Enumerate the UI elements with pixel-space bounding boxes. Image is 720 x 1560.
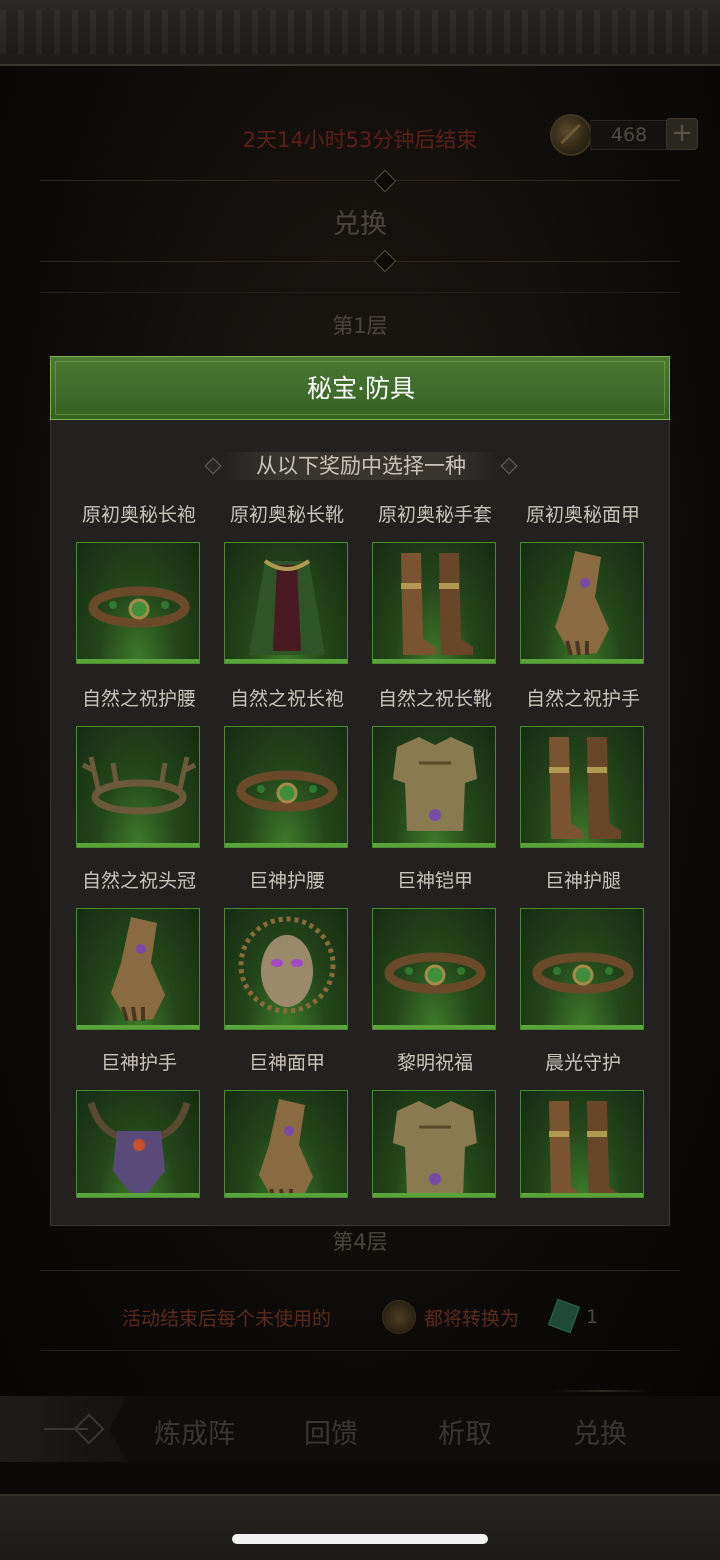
chest-armor-icon[interactable] — [372, 1090, 496, 1198]
active-tab-indicator — [552, 1390, 652, 1392]
reward-item[interactable]: 自然之祝护手 — [520, 684, 646, 860]
belt-icon[interactable] — [76, 542, 200, 664]
notice-text-before: 活动结束后每个未使用的 — [122, 1308, 332, 1330]
layer-1-label: 第1层 — [332, 314, 388, 338]
boots-icon[interactable] — [520, 726, 644, 848]
horned-helmet-icon[interactable] — [76, 1090, 200, 1198]
reward-item-name: 原初奥秘长袍 — [81, 504, 196, 526]
cloak-icon[interactable] — [224, 542, 348, 664]
green-gem-icon — [547, 1298, 581, 1334]
tab-alchemy-circle[interactable]: 炼成阵 — [154, 1412, 235, 1451]
divider — [40, 292, 680, 293]
reward-item[interactable]: 巨神铠甲 — [372, 866, 498, 1042]
add-currency-button[interactable]: + — [666, 118, 698, 150]
reward-item[interactable]: 巨神护手 — [76, 1048, 202, 1224]
belt-icon[interactable] — [520, 908, 644, 1030]
dialog-subtitle: 从以下奖励中选择一种 — [256, 454, 466, 478]
layer-4-label: 第4层 — [332, 1230, 388, 1254]
reward-item[interactable]: 晨光守护 — [520, 1048, 646, 1224]
mask-icon[interactable] — [224, 908, 348, 1030]
reward-item[interactable]: 巨神护腿 — [520, 866, 646, 1042]
currency-amount: 468 — [590, 120, 668, 150]
tab-rewards[interactable]: 回馈 — [304, 1412, 358, 1451]
bottom-tab-bar: 炼成阵 回馈 析取 兑换 — [0, 1390, 720, 1462]
home-indicator — [232, 1534, 488, 1544]
bottom-decor-band — [0, 1494, 720, 1560]
dialog-header: 秘宝·防具 — [50, 356, 670, 420]
page-title: 兑换 — [333, 209, 387, 240]
gauntlet-icon[interactable] — [224, 1090, 348, 1198]
boots-icon[interactable] — [372, 542, 496, 664]
divider — [40, 1350, 680, 1351]
conversion-notice: 活动结束后每个未使用的 都将转换为 1 — [0, 1298, 720, 1338]
notice-text-after: 都将转换为 — [424, 1308, 520, 1330]
divider — [40, 1270, 680, 1271]
reward-item-name: 原初奥秘手套 — [377, 504, 492, 526]
reward-item-name: 自然之祝头冠 — [81, 870, 196, 892]
reward-item-name: 原初奥秘面甲 — [525, 504, 640, 526]
reward-item-name: 自然之祝护腰 — [81, 688, 196, 710]
reward-item-name: 巨神铠甲 — [396, 870, 473, 892]
antler-crown-icon[interactable] — [76, 726, 200, 848]
tab-exchange[interactable]: 兑换 — [573, 1412, 627, 1451]
currency-display: 468 + — [548, 112, 698, 158]
reward-item-name: 巨神护腰 — [248, 870, 325, 892]
event-timer: 2天14小时53分钟后结束 — [242, 128, 478, 152]
reward-item[interactable]: 自然之祝长靴 — [372, 684, 498, 860]
gauntlet-icon[interactable] — [520, 542, 644, 664]
reward-item[interactable]: 原初奥秘长靴 — [224, 500, 350, 676]
reward-item[interactable]: 原初奥秘面甲 — [520, 500, 646, 676]
reward-item-name: 巨神面甲 — [248, 1052, 325, 1074]
reward-item[interactable]: 自然之祝头冠 — [76, 866, 202, 1042]
belt-icon[interactable] — [224, 726, 348, 848]
conversion-count: 1 — [586, 1306, 599, 1328]
top-decor-band — [0, 0, 720, 66]
reward-item[interactable]: 巨神护腰 — [224, 866, 350, 1042]
reward-item[interactable]: 自然之祝长袍 — [224, 684, 350, 860]
chest-armor-icon[interactable] — [372, 726, 496, 848]
reward-item[interactable]: 自然之祝护腰 — [76, 684, 202, 860]
diamond-icon — [73, 1413, 105, 1445]
dialog-subtitle-banner: 从以下奖励中选择一种 — [204, 450, 518, 482]
dialog-title: 秘宝·防具 — [307, 374, 415, 403]
reward-item-name: 原初奥秘长靴 — [229, 504, 344, 526]
reward-item-name: 巨神护手 — [100, 1052, 177, 1074]
boots-icon[interactable] — [520, 1090, 644, 1198]
belt-icon[interactable] — [372, 908, 496, 1030]
reward-item-name: 巨神护腿 — [544, 870, 621, 892]
reward-item[interactable]: 巨神面甲 — [224, 1048, 350, 1224]
gauntlet-icon[interactable] — [76, 908, 200, 1030]
reward-item-name: 自然之祝护手 — [525, 688, 640, 710]
reward-item-name: 自然之祝长靴 — [377, 688, 492, 710]
tab-extract[interactable]: 析取 — [438, 1412, 492, 1451]
compass-coin-icon — [382, 1300, 416, 1334]
reward-item-name: 自然之祝长袍 — [229, 688, 344, 710]
reward-item-name: 黎明祝福 — [396, 1052, 473, 1074]
reward-item[interactable]: 原初奥秘长袍 — [76, 500, 202, 676]
back-button[interactable] — [0, 1396, 128, 1462]
compass-coin-icon — [550, 114, 592, 156]
reward-item[interactable]: 原初奥秘手套 — [372, 500, 498, 676]
reward-item[interactable]: 黎明祝福 — [372, 1048, 498, 1224]
reward-item-name: 晨光守护 — [544, 1052, 621, 1074]
